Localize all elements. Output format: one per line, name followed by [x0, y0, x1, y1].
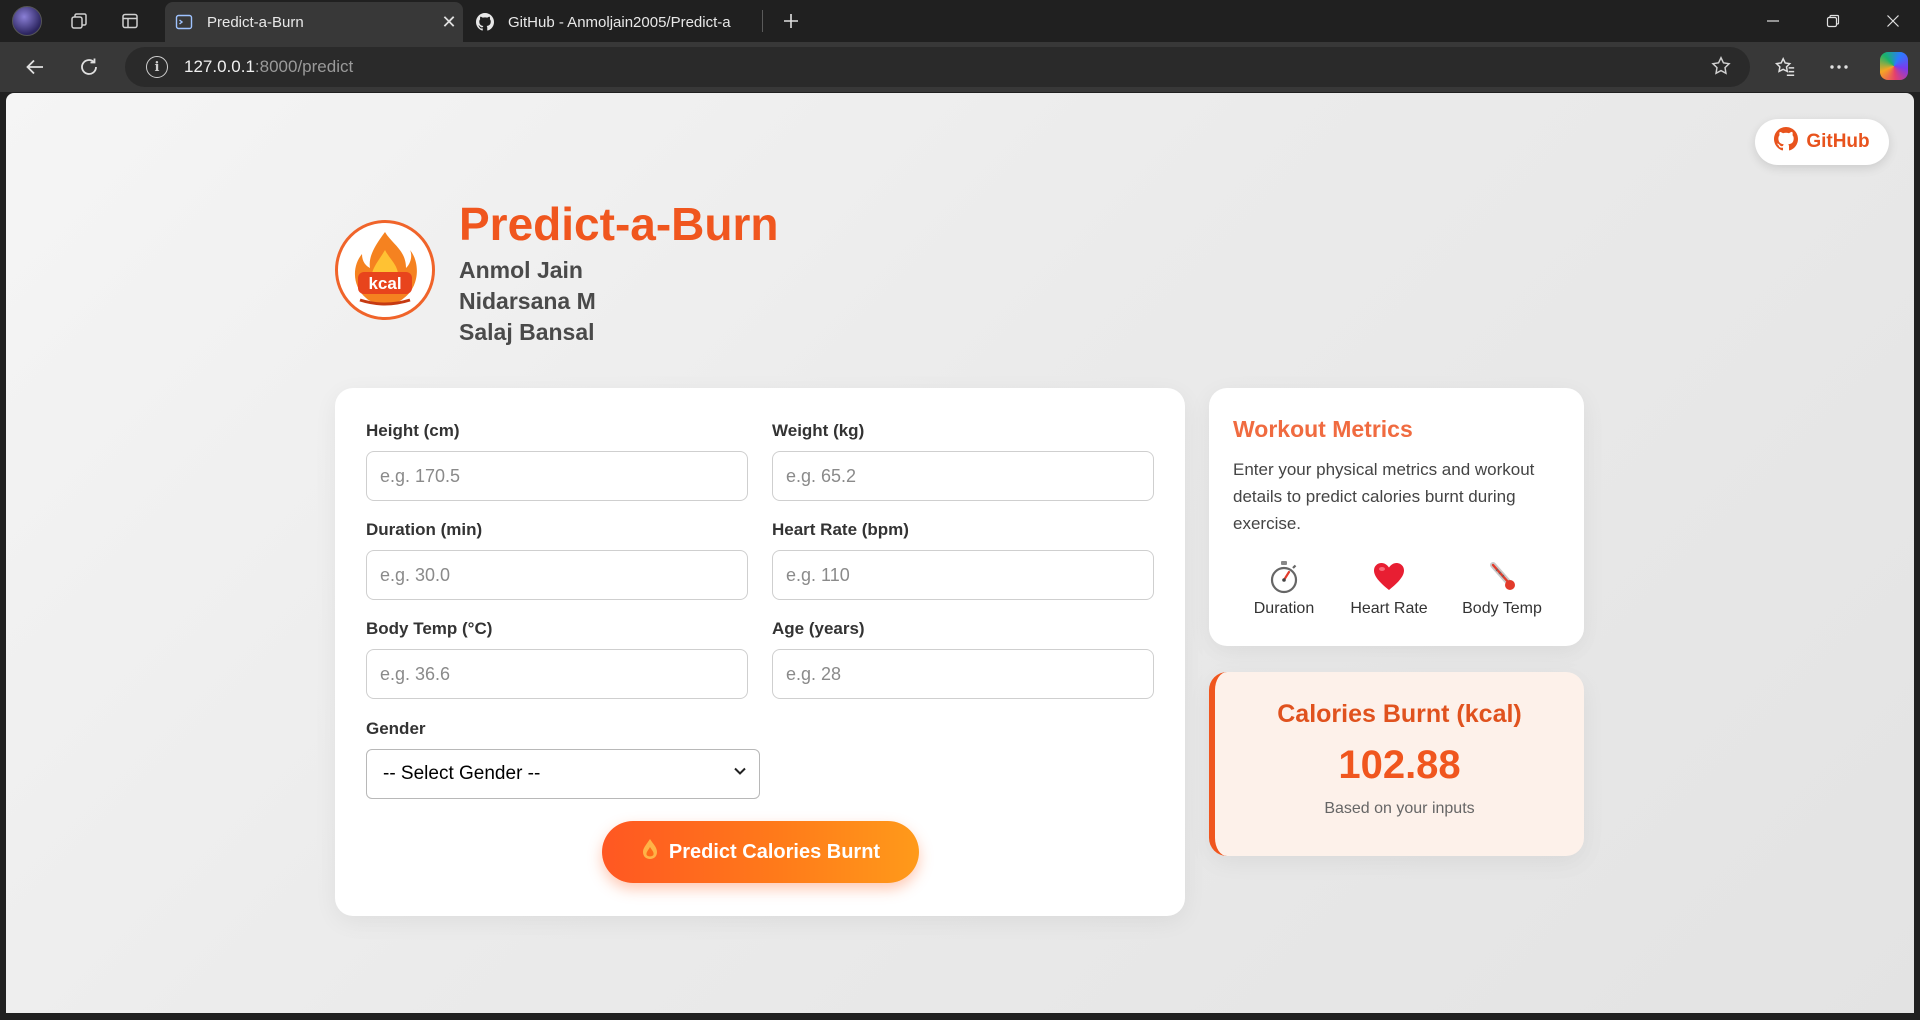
browser-tab-bar: Predict-a-Burn ✕ GitHub - Anmoljain2005/…: [0, 0, 1920, 42]
minimize-window-icon[interactable]: [1745, 0, 1801, 42]
favorites-icon[interactable]: [1768, 51, 1802, 83]
body-temp-label: Body Temp (°C): [366, 619, 493, 638]
author-name: Nidarsana M: [459, 288, 596, 314]
author-name: Anmol Jain: [459, 257, 583, 283]
gender-label: Gender: [366, 719, 426, 738]
duration-input[interactable]: [366, 550, 748, 600]
tab-title: Predict-a-Burn: [207, 13, 304, 31]
duration-field: Duration (min): [366, 520, 748, 600]
metric-body-temp: Body Temp: [1452, 558, 1552, 618]
flame-icon: [641, 838, 659, 866]
gender-field: Gender -- Select Gender --: [366, 719, 760, 799]
more-menu-icon[interactable]: [1822, 51, 1856, 83]
back-arrow-icon[interactable]: [18, 51, 52, 83]
metric-label: Body Temp: [1462, 600, 1542, 617]
height-field: Height (cm): [366, 421, 748, 501]
tab-separator: [762, 10, 763, 32]
prediction-form-card: Height (cm) Weight (kg) Duration (min) H…: [335, 388, 1185, 916]
close-tab-icon[interactable]: ✕: [435, 12, 463, 33]
height-input[interactable]: [366, 451, 748, 501]
gender-selected-value: -- Select Gender --: [383, 763, 541, 784]
browser-address-bar: i 127.0.0.1:8000/predict: [0, 42, 1920, 92]
weight-field: Weight (kg): [772, 421, 1154, 501]
profile-avatar[interactable]: [12, 6, 42, 36]
weight-input[interactable]: [772, 451, 1154, 501]
tab-github[interactable]: GitHub - Anmoljain2005/Predict-a: [466, 2, 764, 42]
new-tab-icon[interactable]: [775, 5, 807, 37]
heart-rate-label: Heart Rate (bpm): [772, 520, 909, 539]
kcal-flame-logo: kcal: [335, 220, 435, 320]
body-temp-field: Body Temp (°C): [366, 619, 748, 699]
github-favicon-icon: [476, 13, 494, 31]
heart-rate-input[interactable]: [772, 550, 1154, 600]
stopwatch-icon: [1234, 558, 1334, 596]
workout-metrics-card: Workout Metrics Enter your physical metr…: [1209, 388, 1584, 646]
github-button[interactable]: GitHub: [1755, 119, 1889, 165]
tab-predict-a-burn[interactable]: Predict-a-Burn ✕: [165, 2, 463, 42]
page-title: Predict-a-Burn: [459, 198, 779, 250]
calories-result-card: Calories Burnt (kcal) 102.88 Based on yo…: [1209, 672, 1584, 856]
height-label: Height (cm): [366, 421, 460, 440]
metric-duration: Duration: [1234, 558, 1334, 618]
chevron-down-icon: [733, 764, 747, 783]
metric-label: Heart Rate: [1350, 600, 1428, 617]
predict-button[interactable]: Predict Calories Burnt: [602, 821, 919, 883]
tab-title: GitHub - Anmoljain2005/Predict-a: [508, 13, 731, 31]
age-label: Age (years): [772, 619, 865, 638]
page-favicon-icon: [175, 13, 193, 31]
vertical-tabs-icon[interactable]: [114, 5, 146, 37]
url-host: 127.0.0.1: [184, 57, 255, 76]
workspaces-icon[interactable]: [63, 5, 95, 37]
close-window-icon[interactable]: [1865, 0, 1920, 42]
copilot-icon[interactable]: [1880, 52, 1908, 80]
github-button-label: GitHub: [1806, 131, 1870, 152]
favorite-star-icon[interactable]: [1710, 55, 1732, 83]
age-field: Age (years): [772, 619, 1154, 699]
metrics-description: Enter your physical metrics and workout …: [1233, 460, 1535, 533]
thermometer-icon: [1452, 558, 1552, 596]
body-temp-input[interactable]: [366, 649, 748, 699]
heart-rate-field: Heart Rate (bpm): [772, 520, 1154, 600]
page-viewport: GitHub kcal Predict-a-Burn Anmol Jain Ni…: [6, 93, 1914, 1013]
heart-icon: [1339, 558, 1439, 596]
restore-window-icon[interactable]: [1805, 0, 1861, 42]
duration-label: Duration (min): [366, 520, 483, 539]
predict-button-label: Predict Calories Burnt: [668, 840, 881, 863]
metrics-title: Workout Metrics: [1233, 416, 1413, 442]
result-note: Based on your inputs: [1324, 800, 1475, 817]
metric-label: Duration: [1253, 600, 1315, 617]
weight-label: Weight (kg): [772, 421, 865, 440]
metric-heart-rate: Heart Rate: [1339, 558, 1439, 618]
reload-icon[interactable]: [72, 51, 106, 83]
age-input[interactable]: [772, 649, 1154, 699]
url-field[interactable]: i 127.0.0.1:8000/predict: [125, 47, 1750, 87]
result-title: Calories Burnt (kcal): [1277, 700, 1522, 728]
author-name: Salaj Bansal: [459, 319, 595, 345]
url-path: :8000/predict: [254, 57, 354, 76]
gender-select[interactable]: -- Select Gender --: [366, 749, 760, 799]
calories-value: 102.88: [1338, 743, 1461, 787]
site-info-icon[interactable]: i: [146, 56, 168, 78]
author-list: Anmol Jain Nidarsana M Salaj Bansal: [459, 255, 596, 348]
github-icon: [1774, 127, 1799, 157]
logo-text: kcal: [368, 274, 401, 293]
